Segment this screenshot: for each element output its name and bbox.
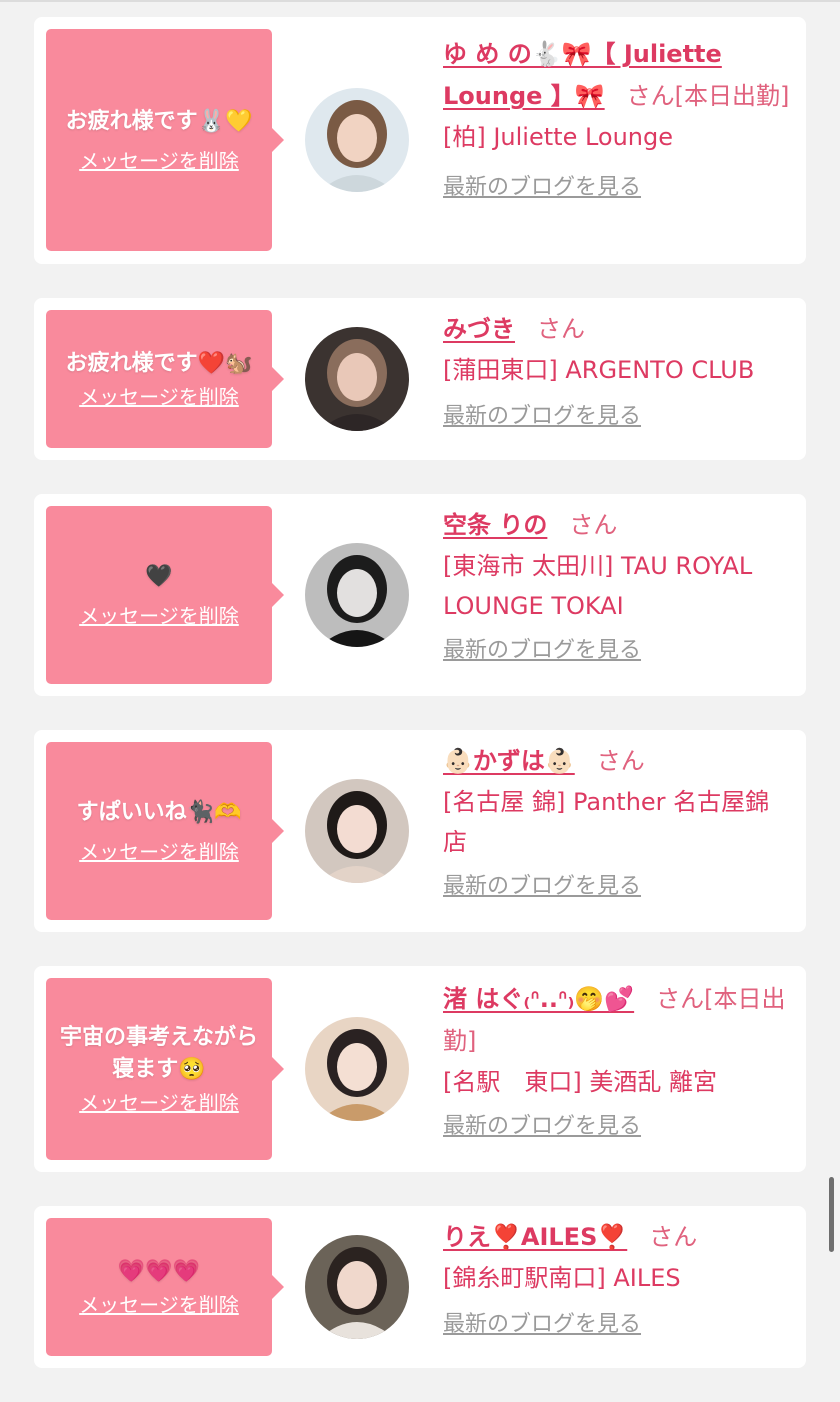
- delete-message-link[interactable]: メッセージを削除: [79, 603, 239, 629]
- name-line: みづき さん: [443, 308, 792, 350]
- name-line: ゆ め の🐇🎀【 Juliette Lounge 】🎀 さん[本日出勤]: [443, 33, 792, 117]
- delete-message-link[interactable]: メッセージを削除: [79, 1090, 239, 1116]
- avatar-photo: [305, 779, 409, 883]
- cast-info: 👶🏻かずは👶🏻 さん [名古屋 錦] Panther 名古屋錦店 最新のブログを見…: [443, 740, 792, 902]
- cast-name-link[interactable]: 渚 はぐ₍ᐢ..ᐢ₎🤭💕: [443, 985, 634, 1013]
- shop-label: [錦糸町駅南口] AILES: [443, 1264, 681, 1292]
- shop-label: [東海市 太田川] TAU ROYAL LOUNGE TOKAI: [443, 552, 753, 620]
- message-text: 宇宙の事考えながら寝ます🥺: [59, 1025, 258, 1082]
- cast-card: お疲れ様です❤️🐿️ メッセージを削除 みづき さん [蒲田東口] ARGENTO…: [34, 298, 806, 460]
- message-bubble: 🖤 メッセージを削除: [46, 506, 284, 684]
- favorite-cast-list: お疲れ様です🐰💛 メッセージを削除 ゆ め の🐇🎀【 Juliette Loun…: [34, 17, 806, 1402]
- name-line: 空条 りの さん: [443, 504, 792, 546]
- avatar-photo: [305, 88, 409, 192]
- message-text: お疲れ様です❤️🐿️: [65, 351, 253, 376]
- delete-message-link[interactable]: メッセージを削除: [79, 1292, 239, 1318]
- cast-info: みづき さん [蒲田東口] ARGENTO CLUB 最新のブログを見る: [443, 308, 792, 432]
- cast-name-link[interactable]: 👶🏻かずは👶🏻: [443, 747, 575, 775]
- delete-message-link[interactable]: メッセージを削除: [79, 839, 239, 865]
- message-text: お疲れ様です🐰💛: [65, 109, 253, 134]
- delete-message-link[interactable]: メッセージを削除: [79, 384, 239, 410]
- message-bubble: お疲れ様です❤️🐿️ メッセージを削除: [46, 310, 284, 448]
- latest-blog-link[interactable]: 最新のブログを見る: [443, 872, 641, 902]
- vertical-scrollbar[interactable]: [829, 1177, 834, 1252]
- avatar-photo: [305, 1017, 409, 1121]
- cast-info: ゆ め の🐇🎀【 Juliette Lounge 】🎀 さん[本日出勤] [柏] …: [443, 33, 792, 203]
- message-text: 🖤: [145, 564, 173, 589]
- message-bubble: すぱいいね🐈‍⬛🫶 メッセージを削除: [46, 742, 284, 920]
- name-suffix: さん: [596, 747, 645, 775]
- cast-info: りえ❣️AILES❣️ さん [錦糸町駅南口] AILES 最新のブログを見る: [443, 1216, 792, 1340]
- avatar[interactable]: [305, 779, 409, 883]
- avatar-photo: [305, 543, 409, 647]
- latest-blog-link[interactable]: 最新のブログを見る: [443, 636, 641, 666]
- cast-card: 宇宙の事考えながら寝ます🥺 メッセージを削除 渚 はぐ₍ᐢ..ᐢ₎🤭💕 さん[本日…: [34, 966, 806, 1172]
- latest-blog-link[interactable]: 最新のブログを見る: [443, 1310, 641, 1340]
- message-text: 💗💗💗: [117, 1259, 201, 1284]
- avatar[interactable]: [305, 327, 409, 431]
- name-suffix: さん: [649, 1223, 698, 1251]
- cast-card: 💗💗💗 メッセージを削除 りえ❣️AILES❣️ さん [錦糸町駅南口] AILE…: [34, 1206, 806, 1368]
- avatar-photo: [305, 1235, 409, 1339]
- cast-name-link[interactable]: みづき: [443, 315, 515, 343]
- cast-info: 空条 りの さん [東海市 太田川] TAU ROYAL LOUNGE TOKAI…: [443, 504, 792, 666]
- message-text: すぱいいね🐈‍⬛🫶: [76, 800, 242, 825]
- cast-card: すぱいいね🐈‍⬛🫶 メッセージを削除 👶🏻かずは👶🏻 さん [名古屋 錦] Pan…: [34, 730, 806, 932]
- latest-blog-link[interactable]: 最新のブログを見る: [443, 402, 641, 432]
- cast-name-link[interactable]: りえ❣️AILES❣️: [443, 1223, 627, 1251]
- name-suffix: さん: [537, 315, 585, 343]
- name-line: りえ❣️AILES❣️ さん: [443, 1216, 792, 1258]
- shop-label: [蒲田東口] ARGENTO CLUB: [443, 356, 755, 384]
- name-line: 👶🏻かずは👶🏻 さん: [443, 740, 792, 782]
- name-suffix: さん[本日出勤]: [626, 82, 790, 110]
- cast-info: 渚 はぐ₍ᐢ..ᐢ₎🤭💕 さん[本日出勤] [名駅 東口] 美酒乱 離宮 最新のブ…: [443, 978, 792, 1142]
- message-bubble: お疲れ様です🐰💛 メッセージを削除: [46, 29, 284, 251]
- shop-label: [名古屋 錦] Panther 名古屋錦店: [443, 788, 770, 856]
- avatar[interactable]: [305, 1235, 409, 1339]
- cast-card: 🖤 メッセージを削除 空条 りの さん [東海市 太田川] TAU ROYAL L…: [34, 494, 806, 696]
- message-bubble: 💗💗💗 メッセージを削除: [46, 1218, 284, 1356]
- avatar[interactable]: [305, 1017, 409, 1121]
- message-bubble: 宇宙の事考えながら寝ます🥺 メッセージを削除: [46, 978, 284, 1160]
- latest-blog-link[interactable]: 最新のブログを見る: [443, 1112, 641, 1142]
- cast-card: お疲れ様です🐰💛 メッセージを削除 ゆ め の🐇🎀【 Juliette Loun…: [34, 17, 806, 264]
- name-line: 渚 はぐ₍ᐢ..ᐢ₎🤭💕 さん[本日出勤]: [443, 978, 792, 1062]
- avatar-photo: [305, 327, 409, 431]
- cast-name-link[interactable]: 空条 りの: [443, 511, 547, 539]
- name-suffix: さん: [569, 511, 618, 539]
- avatar[interactable]: [305, 543, 409, 647]
- latest-blog-link[interactable]: 最新のブログを見る: [443, 173, 641, 203]
- shop-label: [柏] Juliette Lounge: [443, 123, 674, 151]
- top-divider: [0, 0, 840, 2]
- shop-label: [名駅 東口] 美酒乱 離宮: [443, 1068, 717, 1096]
- avatar[interactable]: [305, 88, 409, 192]
- delete-message-link[interactable]: メッセージを削除: [79, 148, 239, 174]
